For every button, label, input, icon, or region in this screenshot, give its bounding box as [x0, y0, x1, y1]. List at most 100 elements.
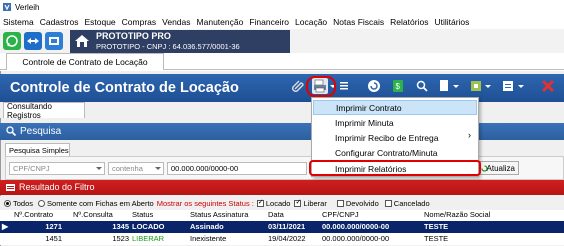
app-icon: [3, 3, 11, 11]
table-row[interactable]: 1451 1523 LIBERAR Inexistente 19/04/2022…: [0, 233, 564, 245]
table-row[interactable]: ▶ 1271 1345 LOCADO Assinado 03/11/2021 0…: [0, 221, 564, 233]
col-data[interactable]: Data: [268, 210, 284, 219]
addon-icon[interactable]: [468, 78, 484, 94]
highlight-imprimir-relatorios: [309, 160, 481, 176]
cell-status: LIBERAR: [132, 234, 165, 243]
cell-contrato: 1451: [45, 234, 62, 243]
checkbox-devolvido[interactable]: [336, 199, 344, 207]
cell-data: 03/11/2021: [268, 222, 306, 231]
highlight-print-button: [306, 76, 336, 97]
radio-todos-label: Todos: [13, 198, 34, 208]
cell-nome: TESTE: [424, 234, 449, 243]
attach-icon[interactable]: [290, 78, 306, 94]
atualiza-button[interactable]: Atualiza: [477, 161, 519, 175]
document-dropdown-caret[interactable]: [453, 85, 459, 88]
atualiza-label: Atualiza: [486, 163, 515, 173]
checkbox-liberar[interactable]: [294, 198, 302, 207]
menu-locacao[interactable]: Locação: [292, 17, 330, 27]
chevron-down-icon: [155, 167, 161, 170]
pesquisa-label: Pesquisa: [20, 126, 62, 137]
tab-pesquisa-simples[interactable]: Pesquisa Simples: [5, 143, 70, 156]
cell-cpf-cnpj: 00.000.000/0000-00: [322, 234, 390, 243]
search-input[interactable]: 00.000.000/0000-00: [167, 162, 307, 175]
title-bar: Verleih: [0, 0, 564, 14]
support-icon[interactable]: [45, 32, 63, 50]
col-status-assinatura[interactable]: Status Assinatura: [190, 210, 248, 219]
search-operator-select[interactable]: contenha: [108, 162, 164, 175]
menu-notas-fiscais[interactable]: Notas Fiscais: [330, 17, 387, 27]
search-operator-value: contenha: [112, 164, 143, 173]
menu-imprimir-minuta[interactable]: Imprimir Minuta: [313, 115, 477, 130]
radio-somente-label: Somente com Fichas em Aberto: [47, 198, 154, 208]
resultado-label: Resultado do Filtro: [19, 182, 95, 192]
cell-status-assinatura: Assinado: [190, 222, 224, 231]
filter-icon: [6, 184, 15, 191]
menu-financeiro[interactable]: Financeiro: [246, 17, 292, 27]
col-status[interactable]: Status: [132, 210, 153, 219]
menu-configurar-contrato[interactable]: Configurar Contrato/Minuta: [313, 145, 477, 160]
checkbox-locado-label: Locado: [265, 198, 291, 208]
company-cnpj: PROTOTIPO - CNPJ : 64.036.577/0001-36: [96, 42, 240, 51]
list-icon[interactable]: [336, 78, 352, 94]
checkbox-liberar-label: Liberar: [303, 198, 327, 208]
tab-contrato-locacao[interactable]: Controle de Contrato de Locação: [6, 53, 164, 70]
menu-cadastros[interactable]: Cadastros: [37, 17, 82, 27]
col-contrato[interactable]: Nº.Contrato: [14, 210, 53, 219]
menu-relatorios[interactable]: Relatórios: [387, 17, 431, 27]
cell-status-assinatura: Inexistente: [190, 234, 227, 243]
refresh-small-icon: [481, 165, 488, 172]
teamviewer-icon[interactable]: [24, 32, 42, 50]
menu-configurar-contrato-label: Configurar Contrato/Minuta: [335, 147, 438, 158]
menu-manutencao[interactable]: Manutenção: [194, 17, 247, 27]
app-title: Verleih: [15, 2, 40, 12]
cell-data: 19/04/2022: [268, 234, 306, 243]
col-nome[interactable]: Nome/Razão Social: [424, 210, 490, 219]
cell-cpf-cnpj: 00.000.000/0000-00: [322, 222, 390, 231]
grid-header: Nº.Contrato Nº.Consulta Status Status As…: [0, 210, 564, 221]
money-icon[interactable]: $: [390, 78, 406, 94]
search-tool-icon[interactable]: [414, 78, 430, 94]
menu-imprimir-recibo-label: Imprimir Recibo de Entrega: [335, 132, 439, 143]
menu-vendas[interactable]: Vendas: [159, 17, 193, 27]
checkbox-cancelado-label: Cancelado: [393, 198, 430, 208]
cell-status: LOCADO: [132, 222, 165, 231]
radio-todos[interactable]: [4, 199, 11, 207]
checkbox-locado[interactable]: [256, 198, 264, 207]
refresh-icon[interactable]: [366, 78, 382, 94]
cell-consulta: 1345: [112, 222, 129, 231]
search-field-select[interactable]: CPF/CNPJ: [9, 162, 105, 175]
menu-imprimir-minuta-label: Imprimir Minuta: [335, 117, 394, 128]
menu-bar: Sistema Cadastros Estoque Compras Vendas…: [0, 14, 564, 29]
menu-sistema[interactable]: Sistema: [0, 17, 37, 27]
menu-imprimir-contrato[interactable]: Imprimir Contrato: [313, 100, 477, 115]
cell-consulta: 1523: [112, 234, 129, 243]
menu-compras[interactable]: Compras: [119, 17, 159, 27]
cell-contrato: 1271: [45, 222, 62, 231]
row-pointer-icon: ▶: [2, 222, 9, 231]
tab-consultando-registros[interactable]: Consultando Registros: [3, 102, 85, 120]
col-consulta[interactable]: Nº.Consulta: [73, 210, 113, 219]
pesquisa-bar: [0, 123, 564, 140]
cell-nome: TESTE: [424, 222, 449, 231]
document-icon[interactable]: [436, 78, 452, 94]
form-dropdown-caret[interactable]: [518, 85, 524, 88]
radio-somente-abertas[interactable]: [38, 199, 46, 207]
page-title: Controle de Contrato de Locação: [10, 80, 239, 96]
search-icon: [6, 126, 17, 137]
addon-dropdown-caret[interactable]: [485, 85, 491, 88]
chevron-right-icon: ›: [468, 130, 471, 140]
svg-text:$: $: [396, 82, 401, 91]
menu-estoque[interactable]: Estoque: [81, 17, 118, 27]
menu-imprimir-recibo[interactable]: Imprimir Recibo de Entrega ›: [313, 130, 477, 145]
whatsapp-icon[interactable]: [3, 32, 21, 50]
close-icon[interactable]: [540, 78, 556, 94]
menu-utilitarios[interactable]: Utilitários: [431, 17, 472, 27]
search-field-value: CPF/CNPJ: [13, 164, 50, 173]
company-name: PROTOTIPO PRO: [96, 31, 171, 41]
chevron-down-icon: [96, 167, 102, 170]
col-cpf-cnpj[interactable]: CPF/CNPJ: [322, 210, 359, 219]
menu-imprimir-contrato-label: Imprimir Contrato: [336, 102, 402, 113]
filters-row: Todos Somente com Fichas em Aberto Mostr…: [0, 196, 564, 210]
form-icon[interactable]: [500, 78, 516, 94]
checkbox-cancelado[interactable]: [384, 199, 392, 207]
